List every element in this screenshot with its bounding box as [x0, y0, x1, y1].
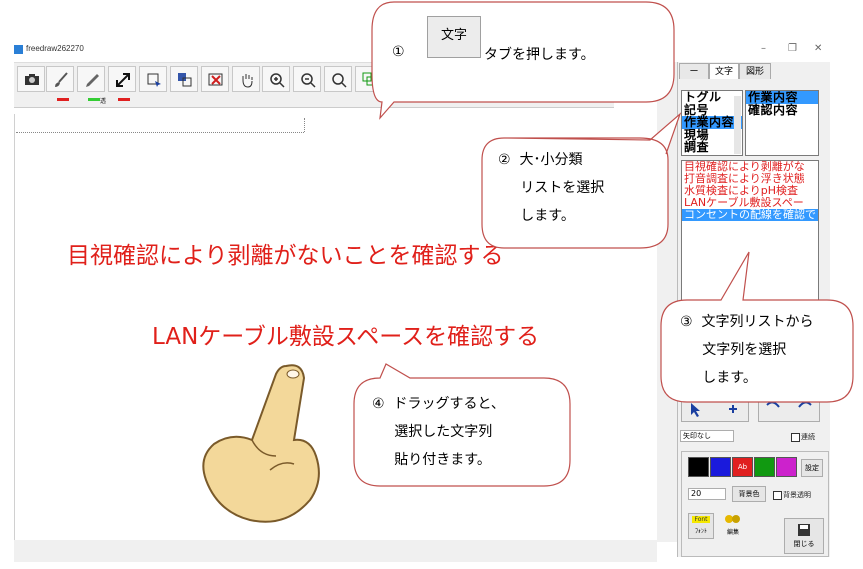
minimize-button[interactable]: –	[761, 43, 766, 54]
string-list-item[interactable]: コンセントの配線を確認で	[682, 209, 818, 221]
callout-1-number: ①	[392, 44, 405, 60]
subcategory-list-item[interactable]: 作業内容	[746, 91, 818, 104]
delete-icon	[208, 73, 223, 86]
camera-icon	[25, 74, 39, 85]
color-swatch-blue[interactable]	[710, 457, 731, 477]
save-icon	[798, 524, 810, 536]
font-button[interactable]: Font ﾌｫﾝﾄ	[688, 513, 714, 539]
arrow-style-select[interactable]: 矢印なし	[680, 430, 734, 442]
canvas-boundary-line	[16, 132, 304, 133]
brush-color-indicator	[57, 98, 69, 101]
maximize-button[interactable]: ❐	[788, 43, 797, 54]
color-swatch-purple[interactable]	[776, 457, 797, 477]
app-logo-icon	[14, 45, 23, 54]
canvas-text-1[interactable]: 目視確認により剥離がないことを確認する	[67, 236, 504, 270]
pointing-hand-icon	[202, 364, 320, 523]
callout-3-text: ③ 文字列リストから 文字列を選択 します。	[680, 314, 814, 386]
pen-icon	[86, 74, 99, 87]
arrow-icon	[116, 73, 130, 87]
background-color-button[interactable]: 背景色	[732, 486, 766, 502]
subcategory-listbox[interactable]: 作業内容 確認内容	[745, 90, 819, 156]
category-list-item[interactable]: 調査	[682, 141, 742, 154]
arrow-tool-button[interactable]	[108, 66, 136, 92]
background-transparent-checkbox[interactable]	[773, 491, 782, 500]
close-panel-label: 閉じる	[793, 540, 815, 548]
subcategory-list-item[interactable]: 確認内容	[746, 103, 818, 117]
copy-tool-button[interactable]	[170, 66, 198, 92]
close-panel-button[interactable]: 閉じる	[784, 518, 824, 554]
category-list-item[interactable]: トグル	[682, 91, 742, 104]
delete-tool-button[interactable]	[201, 66, 229, 92]
select-icon	[147, 73, 161, 87]
font-size-select[interactable]: 20	[688, 488, 726, 500]
color-swatch-green[interactable]	[754, 457, 775, 477]
pen-tool-button[interactable]	[77, 66, 105, 92]
color-swatch-red[interactable]: Ab	[732, 457, 753, 477]
callout-4-text: ④ ドラッグすると、 選択した文字列 貼り付きます。	[372, 396, 505, 468]
continuous-label: 連続	[801, 433, 815, 441]
settings-button[interactable]: 設定	[801, 459, 823, 477]
canvas-text-2[interactable]: LANケーブル敷設スペースを確認する	[152, 317, 539, 351]
brush-icon	[55, 72, 68, 87]
hand-icon	[242, 74, 253, 88]
copy-icon	[178, 73, 192, 87]
brush-tool-button[interactable]	[46, 66, 74, 92]
arrow-color-indicator	[118, 98, 130, 101]
category-scrollbar[interactable]	[734, 96, 741, 154]
edit-button[interactable]: 編集	[720, 513, 746, 539]
select-tool-button[interactable]	[139, 66, 167, 92]
font-button-label: ﾌｫﾝﾄ	[694, 528, 707, 535]
tab-text[interactable]: 文字	[709, 63, 739, 79]
bottom-scroll-area	[14, 540, 657, 562]
canvas-boundary-line	[304, 118, 305, 132]
transparent-marker-label: 透	[100, 98, 107, 105]
color-swatch-black[interactable]	[688, 457, 709, 477]
pen-color-indicator	[88, 98, 100, 101]
close-window-button[interactable]: ✕	[814, 43, 822, 54]
tab-symbols[interactable]: ー	[679, 63, 709, 79]
background-transparent-label: 背景透明	[783, 491, 811, 499]
window-title: freedraw262270	[26, 44, 84, 53]
category-list-item[interactable]: 作業内容	[682, 116, 742, 129]
zoom-in-button[interactable]	[262, 66, 290, 92]
hand-tool-button[interactable]	[232, 66, 260, 92]
callout-1-text-tab-button: 文字	[427, 16, 481, 58]
zoom-in-icon	[270, 73, 285, 88]
callout-1-text: タブを押します。	[484, 47, 595, 63]
font-icon: Font	[692, 516, 710, 523]
camera-tool-button[interactable]	[17, 66, 45, 92]
continuous-checkbox[interactable]	[791, 433, 800, 442]
edit-icon	[725, 515, 740, 523]
callout-2-text: ② 大･小分類 リストを選択 します。	[498, 152, 605, 224]
edit-button-label: 編集	[726, 529, 739, 536]
tab-shapes[interactable]: 図形	[739, 63, 771, 79]
